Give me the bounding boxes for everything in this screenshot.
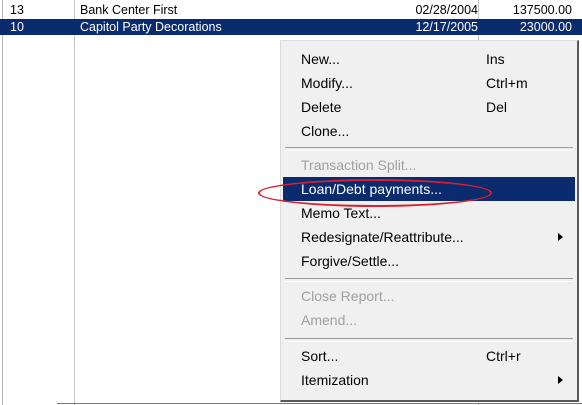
annotation-highlight-oval: [258, 179, 492, 207]
row-name: Bank Center First: [80, 3, 178, 17]
menu-item-label: Itemization: [301, 372, 369, 388]
menu-item-itemization[interactable]: Itemization: [283, 368, 575, 392]
context-menu: New... Ins Modify... Ctrl+m Delete Del C…: [280, 40, 579, 402]
row-id: 13: [10, 3, 24, 17]
row-date: 02/28/2004: [415, 3, 478, 17]
menu-item-shortcut: Del: [486, 99, 508, 115]
menu-item-delete[interactable]: Delete Del: [283, 95, 575, 119]
chevron-right-icon: [558, 376, 563, 384]
row-date: 12/17/2005: [415, 20, 478, 34]
menu-item-sort[interactable]: Sort... Ctrl+r: [283, 344, 575, 368]
grid-border-left: [2, 0, 3, 405]
row-amount: 137500.00: [512, 3, 572, 17]
menu-item-amend[interactable]: Amend...: [283, 308, 575, 332]
menu-item-modify[interactable]: Modify... Ctrl+m: [283, 71, 575, 95]
menu-item-redesignate-reattribute[interactable]: Redesignate/Reattribute...: [283, 225, 575, 249]
menu-item-label: Modify...: [301, 75, 353, 91]
row-id: 10: [10, 20, 24, 34]
menu-separator: [285, 338, 573, 342]
menu-item-label: Forgive/Settle...: [301, 253, 400, 269]
menu-item-label: Clone...: [301, 123, 350, 139]
menu-item-label: Delete: [301, 99, 342, 115]
menu-item-label: Amend...: [301, 312, 358, 328]
table-row[interactable]: 13 Bank Center First 02/28/2004 137500.0…: [0, 2, 582, 18]
row-amount: 23000.00: [519, 20, 572, 34]
menu-item-label: Transaction Split...: [301, 157, 417, 173]
row-name: Capitol Party Decorations: [80, 20, 222, 34]
menu-separator: [285, 278, 573, 282]
menu-item-shortcut: Ctrl+r: [486, 348, 521, 364]
menu-item-shortcut: Ins: [486, 51, 505, 67]
chevron-right-icon: [558, 233, 563, 241]
menu-separator: [285, 147, 573, 151]
list-bottom-border: [57, 403, 582, 404]
menu-item-label: New...: [301, 51, 340, 67]
menu-item-new[interactable]: New... Ins: [283, 47, 575, 71]
menu-item-label: Redesignate/Reattribute...: [301, 229, 464, 245]
menu-item-label: Sort...: [301, 348, 339, 364]
menu-item-label: Close Report...: [301, 288, 395, 304]
grid-column-divider: [74, 0, 75, 405]
menu-item-forgive-settle[interactable]: Forgive/Settle...: [283, 249, 575, 273]
menu-item-clone[interactable]: Clone...: [283, 119, 575, 143]
menu-item-close-report[interactable]: Close Report...: [283, 284, 575, 308]
menu-item-transaction-split[interactable]: Transaction Split...: [283, 153, 575, 177]
menu-item-shortcut: Ctrl+m: [486, 75, 528, 91]
table-row-selected[interactable]: 10 Capitol Party Decorations 12/17/2005 …: [0, 19, 582, 35]
